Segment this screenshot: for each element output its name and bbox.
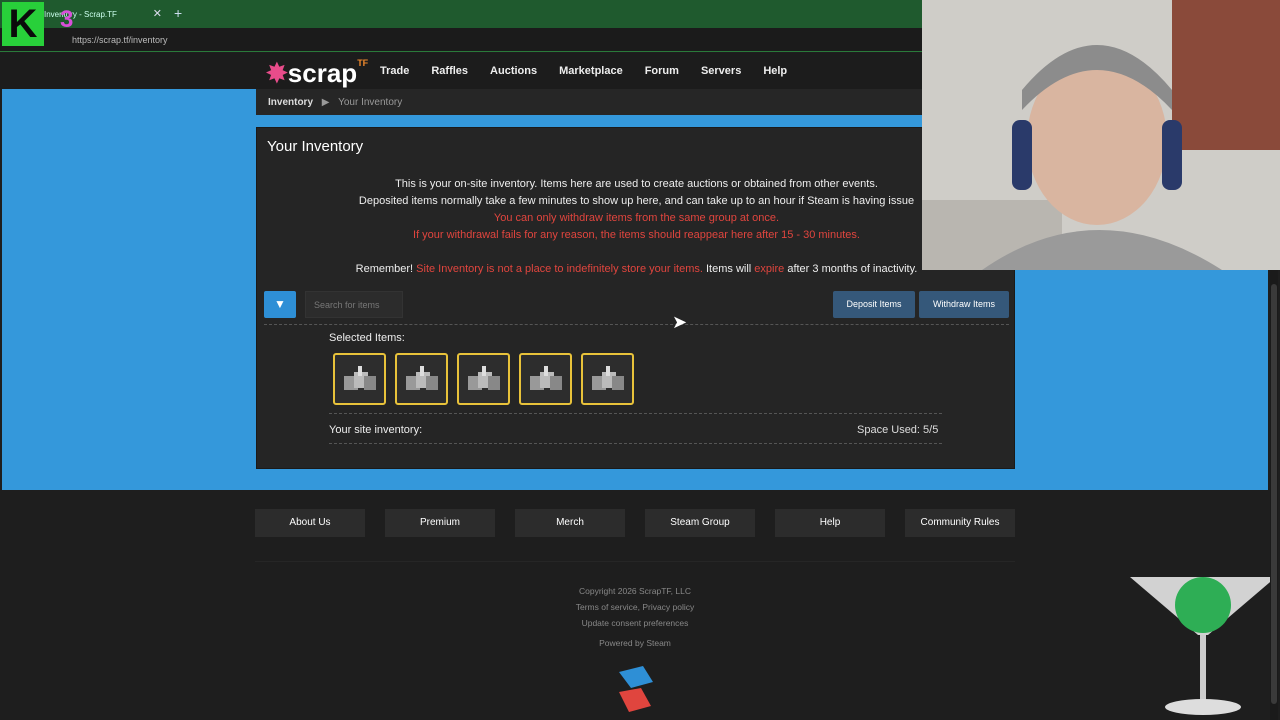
info-line-2: Deposited items normally take a few minu… [358,195,915,207]
breadcrumb: Inventory ▶ Your Inventory [256,89,922,115]
metal-item-icon [467,366,500,390]
channel-logo: K [2,2,44,46]
plus-icon[interactable]: + [174,5,182,21]
browser-tab-bar: Inventory - Scrap.TF ✕ + [0,0,922,28]
metal-item-icon [405,366,438,390]
chevron-right-icon: ▶ [321,97,330,108]
logo-text: scrap [287,58,358,88]
divider [329,413,942,414]
selected-item[interactable] [519,353,572,405]
breadcrumb-root[interactable]: Inventory [268,97,313,108]
metal-item-icon [343,366,376,390]
remember-items-will: Items will [706,263,752,275]
scrollbar[interactable] [1270,270,1278,720]
info-line-4: If your withdrawal fails for any reason,… [413,229,860,241]
brand-logo-icon [619,666,653,712]
nav-help[interactable]: Help [763,65,787,77]
address-bar[interactable]: https://scrap.tf/inventory [0,28,922,52]
webcam-video [922,0,1280,270]
selected-items-label: Selected Items: [329,332,405,344]
remember-label: Remember! [355,263,414,275]
close-icon[interactable]: ✕ [153,7,162,20]
nav-trade[interactable]: Trade [380,65,409,77]
info-line-3: You can only withdraw items from the sam… [493,212,780,224]
inventory-panel: Your Inventory This is your on-site inve… [256,127,1015,469]
space-used: Space Used: 5/5 [857,424,939,436]
logo-swirl-icon: ✸ [266,58,288,88]
selected-item[interactable] [581,353,634,405]
deposit-items-button[interactable]: Deposit Items [833,291,915,318]
logo-suffix: TF [357,58,369,68]
selected-item[interactable] [395,353,448,405]
footer-premium[interactable]: Premium [385,509,495,537]
nav-links: Trade Raffles Auctions Marketplace Forum… [380,65,809,77]
site-inventory-label: Your site inventory: [329,424,423,436]
consent-link[interactable]: Update consent preferences [0,615,1270,631]
remember-line: Remember! Site Inventory is not a place … [257,261,1016,278]
url-text: https://scrap.tf/inventory [72,35,168,45]
selected-items-list [333,353,634,405]
divider [264,324,1009,325]
terms-link[interactable]: Terms of service, Privacy policy [0,599,1270,615]
overlay-badge: 3 [60,6,74,33]
copyright-block: Copyright 2026 ScrapTF, LLC Terms of ser… [0,583,1270,631]
site-logo[interactable]: ✸scrapTF [266,58,368,89]
martini-glass-icon [1130,577,1276,715]
footer-about-us[interactable]: About Us [255,509,365,537]
footer-steam-group[interactable]: Steam Group [645,509,755,537]
filter-icon: ▼ [274,297,286,311]
selected-item[interactable] [457,353,510,405]
nav-raffles[interactable]: Raffles [431,65,468,77]
remember-expire: expire [754,263,785,275]
nav-servers[interactable]: Servers [701,65,741,77]
nav-marketplace[interactable]: Marketplace [559,65,623,77]
breadcrumb-current: Your Inventory [338,97,403,108]
mouse-cursor-icon: ➤ [672,312,688,332]
webcam-overlay [922,0,1280,270]
filter-button[interactable]: ▼ [264,291,296,318]
divider [329,443,942,444]
tab-title: Inventory - Scrap.TF [44,10,117,19]
footer-community-rules[interactable]: Community Rules [905,509,1015,537]
info-line-1: This is your on-site inventory. Items he… [395,178,878,190]
footer-divider [255,561,1015,562]
metal-item-icon [529,366,562,390]
powered-by-steam[interactable]: Powered by Steam [0,638,1270,648]
metal-item-icon [591,366,624,390]
search-input[interactable]: Search for items [305,291,403,318]
remember-warning: Site Inventory is not a place to indefin… [416,263,703,275]
copyright-text: Copyright 2026 ScrapTF, LLC [579,586,691,596]
footer-help[interactable]: Help [775,509,885,537]
info-text: This is your on-site inventory. Items he… [257,176,1016,278]
selected-item[interactable] [333,353,386,405]
footer-links: About Us Premium Merch Steam Group Help … [255,509,1015,537]
remember-after: after 3 months of inactivity. [787,263,918,275]
withdraw-items-button[interactable]: Withdraw Items [919,291,1009,318]
footer-merch[interactable]: Merch [515,509,625,537]
nav-forum[interactable]: Forum [645,65,679,77]
page-title: Your Inventory [267,138,364,155]
site-navbar: ✸scrapTF Trade Raffles Auctions Marketpl… [0,53,922,89]
scrollbar-thumb[interactable] [1271,284,1277,704]
nav-auctions[interactable]: Auctions [490,65,537,77]
